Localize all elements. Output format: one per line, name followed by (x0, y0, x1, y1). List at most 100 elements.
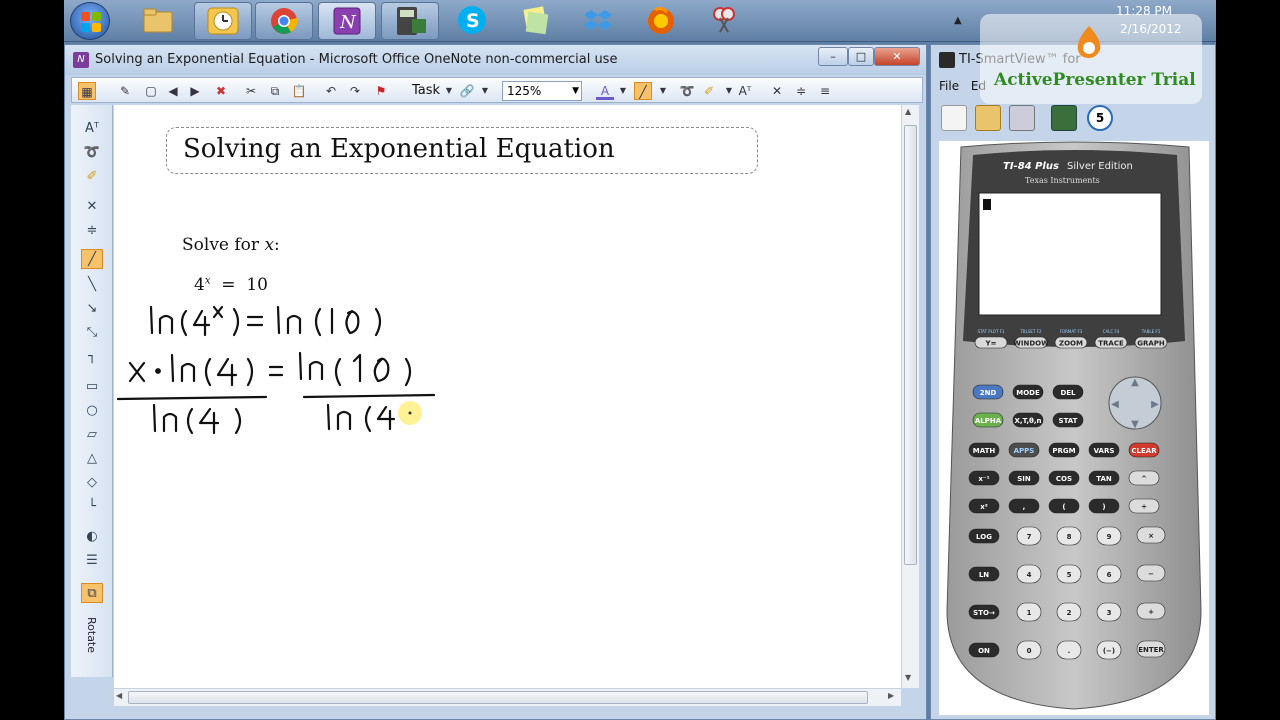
key-row9[interactable]: ON (968, 642, 1000, 658)
onenote-title-bar[interactable]: N Solving an Exponential Equation - Micr… (65, 45, 926, 75)
key-row4[interactable]: ^ (1128, 470, 1160, 486)
triangle-tool-icon[interactable]: △ (81, 449, 103, 469)
rotate-tool-icon[interactable]: ⧉ (81, 583, 103, 603)
task-dropdown-icon[interactable]: ▼ (440, 82, 458, 100)
new-page-icon[interactable]: ▢ (142, 82, 160, 100)
diamond-tool-icon[interactable]: ◇ (81, 473, 103, 493)
font-color-dropdown-icon[interactable]: ▼ (614, 82, 632, 100)
start-button[interactable] (70, 2, 110, 40)
forward-icon[interactable]: ▶ (186, 82, 204, 100)
text-mode-icon[interactable]: Aᵀ (736, 82, 754, 100)
horizontal-scrollbar[interactable]: ◀ ▶ (114, 688, 901, 706)
key-row2[interactable]: X,T,θ,n (1012, 412, 1044, 428)
highlighter-tool-icon[interactable]: ✐ (81, 167, 103, 187)
key-row7[interactable]: 4 (1016, 564, 1042, 584)
ellipse-tool-icon[interactable]: ○ (81, 401, 103, 421)
list-icon[interactable]: ≡ (816, 82, 834, 100)
insert-space-tool-icon[interactable]: ≑ (81, 221, 103, 241)
skype-icon[interactable]: S (456, 4, 488, 36)
key-row7[interactable]: LN (968, 566, 1000, 582)
calculator-3d-icon[interactable] (1051, 105, 1077, 131)
pen-select-icon[interactable]: ✎ (116, 82, 134, 100)
line-weight-icon[interactable]: ☰ (81, 551, 103, 571)
maximize-button[interactable]: □ (848, 47, 874, 66)
calc-screen[interactable] (978, 192, 1162, 316)
key-row1[interactable]: DEL (1052, 384, 1084, 400)
insert-space-icon[interactable]: ≑ (792, 82, 810, 100)
handwriting-ink[interactable] (114, 105, 901, 688)
key-row1[interactable]: 2ND (972, 384, 1004, 400)
scroll-up-icon[interactable]: ▲ (905, 107, 911, 116)
outlook-taskbar-button[interactable] (194, 2, 252, 40)
back-icon[interactable]: ◀ (164, 82, 182, 100)
key-row6[interactable]: LOG (968, 528, 1000, 544)
left-arrow-icon[interactable]: ◀ (1111, 399, 1119, 410)
key-row9[interactable]: 0 (1016, 640, 1042, 660)
key-row2[interactable]: ALPHA (972, 412, 1004, 428)
tray-expand-icon[interactable]: ▲ (954, 15, 962, 26)
key-row6[interactable]: 7 (1016, 526, 1042, 546)
paste-icon[interactable]: 📋 (290, 82, 308, 100)
key-row4[interactable]: COS (1048, 470, 1080, 486)
key-row6[interactable]: 8 (1056, 526, 1082, 546)
key-row8[interactable]: 2 (1056, 602, 1082, 622)
explorer-folder-icon[interactable] (142, 4, 174, 36)
key-row8[interactable]: 1 (1016, 602, 1042, 622)
function-key[interactable]: GRAPH (1134, 336, 1168, 349)
lasso-tool-icon[interactable]: ➰ (81, 143, 103, 163)
firefox-icon[interactable] (645, 4, 677, 36)
key-row2[interactable]: STAT (1052, 412, 1084, 428)
task-label[interactable]: Task (412, 83, 440, 98)
dropbox-icon[interactable] (582, 4, 614, 36)
new-document-icon[interactable] (941, 105, 967, 131)
function-key[interactable]: TRACE (1094, 336, 1128, 349)
key-row6[interactable]: 9 (1096, 526, 1122, 546)
color-palette-icon[interactable]: ◐ (81, 527, 103, 547)
key-row7[interactable]: 5 (1056, 564, 1082, 584)
delete-page-icon[interactable]: ✖ (212, 82, 230, 100)
undo-icon[interactable]: ↶ (322, 82, 340, 100)
vertical-scroll-thumb[interactable] (904, 125, 917, 565)
highlighter-icon[interactable]: ✐ (700, 82, 718, 100)
key-row5[interactable]: ÷ (1128, 498, 1160, 514)
task-flag-icon[interactable]: ⚑ (372, 82, 390, 100)
redo-icon[interactable]: ↷ (346, 82, 364, 100)
vertical-scrollbar[interactable]: ▲ ▼ (901, 105, 919, 688)
ti-smartview-taskbar-button[interactable] (381, 2, 439, 40)
arrow-tool-icon[interactable]: ↘ (81, 299, 103, 319)
scroll-right-icon[interactable]: ▶ (888, 691, 894, 700)
key-row4[interactable]: x⁻¹ (968, 470, 1000, 486)
down-arrow-icon[interactable]: ▼ (1131, 419, 1139, 430)
key-row3[interactable]: MATH (968, 442, 1000, 458)
font-color-icon[interactable]: A (596, 82, 614, 100)
horizontal-scroll-thumb[interactable] (128, 691, 868, 704)
text-tool-icon[interactable]: Aᵀ (81, 119, 103, 139)
key-row4[interactable]: TAN (1088, 470, 1120, 486)
key-row3[interactable]: CLEAR (1128, 442, 1160, 458)
axis-tool-icon[interactable]: ┐ (81, 347, 103, 367)
key-row6[interactable]: × (1136, 526, 1166, 544)
link-icon[interactable]: 🔗 (458, 82, 476, 100)
key-row7[interactable]: 6 (1096, 564, 1122, 584)
link-dropdown-icon[interactable]: ▼ (476, 82, 494, 100)
close-button[interactable]: ✕ (874, 47, 920, 66)
scroll-left-icon[interactable]: ◀ (116, 691, 122, 700)
key-row3[interactable]: PRGM (1048, 442, 1080, 458)
parallelogram-tool-icon[interactable]: ▱ (81, 425, 103, 445)
note-page[interactable]: Solving an Exponential Equation Solve fo… (114, 105, 901, 688)
function-key[interactable]: ZOOM (1054, 336, 1088, 349)
snipping-tool-icon[interactable] (708, 4, 740, 36)
eraser-x-icon[interactable]: ✕ (768, 82, 786, 100)
key-row8[interactable]: + (1136, 602, 1166, 620)
key-row5[interactable]: ( (1048, 498, 1080, 514)
key-row7[interactable]: − (1136, 564, 1166, 582)
function-key[interactable]: Y= (974, 336, 1008, 349)
onenote-taskbar-button[interactable]: N (318, 2, 376, 40)
double-arrow-tool-icon[interactable]: ⤡ (81, 323, 103, 343)
key-row8[interactable]: 3 (1096, 602, 1122, 622)
copy-icon[interactable]: ⧉ (266, 82, 284, 100)
eraser-tool-icon[interactable]: ✕ (81, 197, 103, 217)
key-row1[interactable]: MODE (1012, 384, 1044, 400)
up-arrow-icon[interactable]: ▲ (1131, 377, 1139, 388)
key-row8[interactable]: STO→ (968, 604, 1000, 620)
